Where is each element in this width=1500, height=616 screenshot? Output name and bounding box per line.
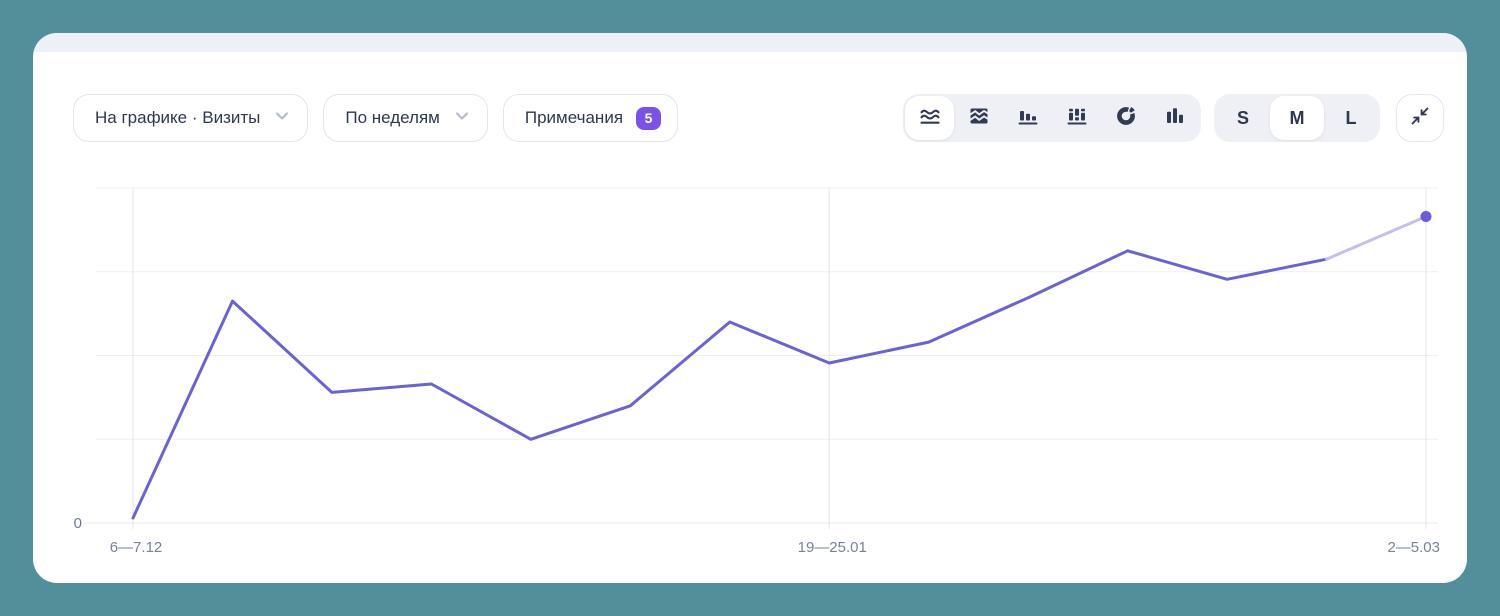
- chart-type-line-button[interactable]: [905, 96, 954, 140]
- y-tick-label: 0: [74, 515, 82, 532]
- chart-type-stacked-bars-button[interactable]: [1052, 96, 1101, 140]
- chart-type-switcher: [903, 94, 1201, 142]
- stacked-area-chart-icon: [967, 104, 991, 133]
- x-tick-label: 19—25.01: [798, 539, 867, 556]
- chart-type-pie-button[interactable]: [1101, 96, 1150, 140]
- size-option-l[interactable]: L: [1324, 96, 1378, 140]
- line-chart-icon: [918, 104, 942, 133]
- metric-dropdown-label: На графике · Визиты: [95, 108, 261, 127]
- notes-count-badge: 5: [636, 106, 662, 130]
- chart-type-stacked-area-button[interactable]: [954, 96, 1003, 140]
- pie-chart-icon: [1114, 104, 1138, 133]
- last-point-marker: [1420, 210, 1432, 222]
- series-line-current-period: [1325, 215, 1428, 261]
- size-switcher: S M L: [1214, 94, 1380, 142]
- collapse-widget-button[interactable]: [1396, 94, 1444, 142]
- chart-widget-card: 6—7.12 19—25.01 2—5.03 0 На графике · Визит…: [33, 33, 1467, 583]
- grouping-dropdown-label: По неделям: [345, 108, 440, 127]
- size-option-m[interactable]: M: [1270, 96, 1324, 140]
- metrica-page: { "page": { "background_color": "#538f9b…: [0, 0, 1500, 616]
- grouping-dropdown-button[interactable]: По неделям: [323, 94, 488, 142]
- chevron-down-icon: [453, 107, 471, 130]
- size-option-s[interactable]: S: [1216, 96, 1270, 140]
- chart-type-bars-button[interactable]: [1003, 96, 1052, 140]
- bar-chart-icon: [1016, 104, 1040, 133]
- collapse-icon: [1409, 105, 1431, 132]
- chevron-down-icon: [273, 107, 291, 130]
- metric-dropdown-button[interactable]: На графике · Визиты: [73, 94, 309, 142]
- chart-controls-right: S M L: [903, 94, 1444, 142]
- x-tick-label: 6—7.12: [110, 539, 163, 556]
- column-chart-icon: [1163, 104, 1187, 133]
- series-line: [131, 249, 1328, 520]
- x-tick-label: 2—5.03: [1387, 539, 1440, 556]
- chart-type-columns-button[interactable]: [1150, 96, 1199, 140]
- notes-button[interactable]: Примечания 5: [502, 94, 679, 142]
- chart-controls-left: На графике · Визиты По неделям Примечани…: [73, 94, 679, 142]
- notes-button-label: Примечания: [524, 108, 624, 127]
- stacked-bar-chart-icon: [1065, 104, 1089, 133]
